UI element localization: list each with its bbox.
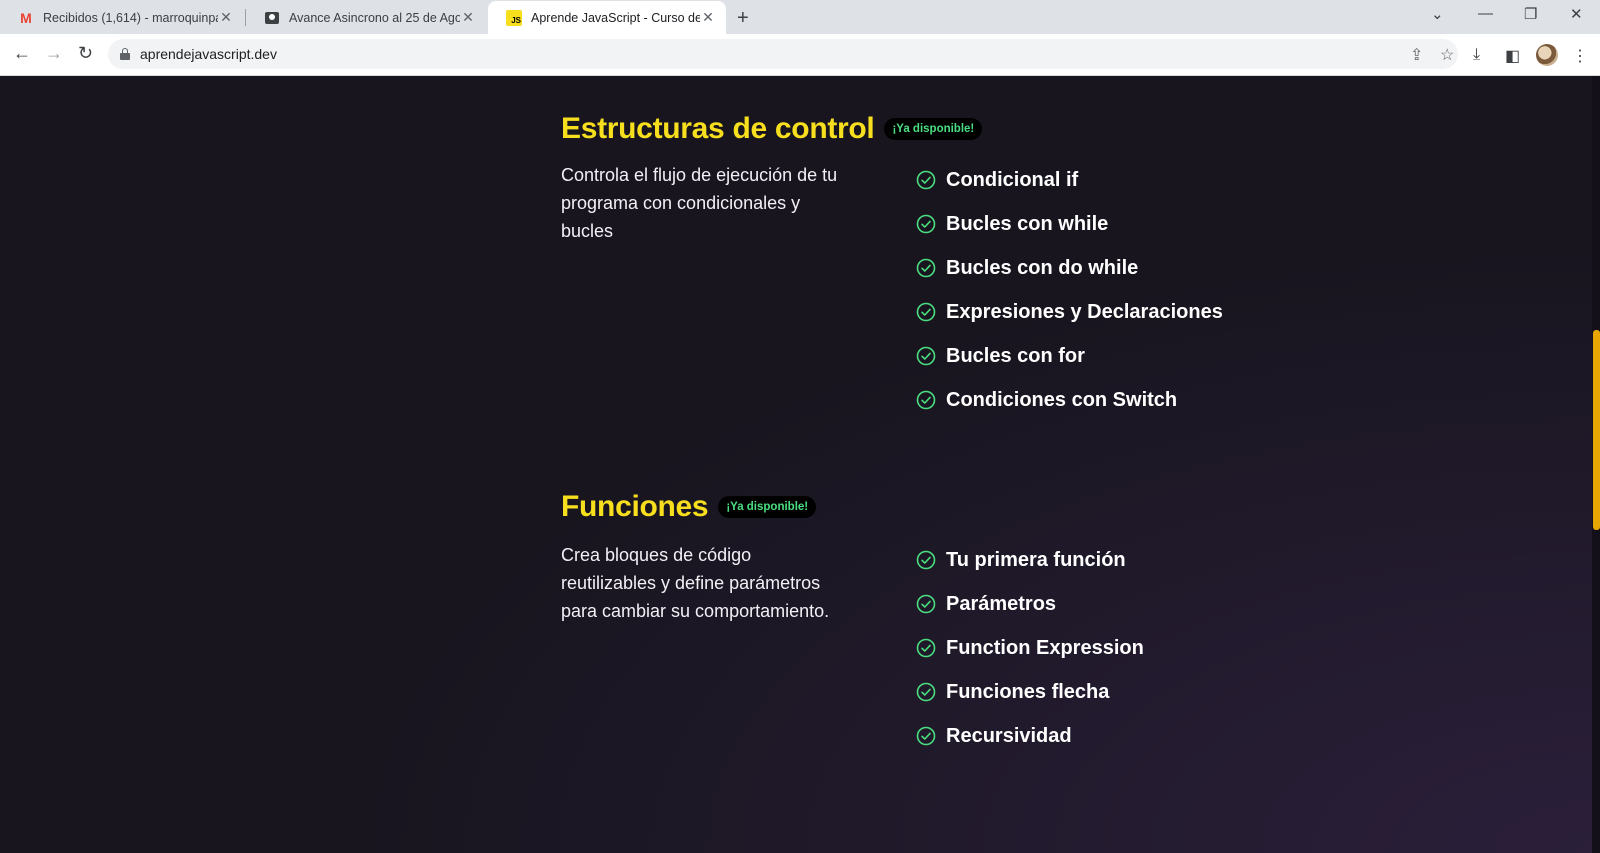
tab-aprende-javascript[interactable]: JS Aprende JavaScript - Curso de Ja ✕: [488, 1, 726, 34]
lesson-item[interactable]: Function Expression: [916, 626, 1144, 670]
gmail-icon: M: [20, 9, 32, 26]
status-badge: ¡Ya disponible!: [884, 118, 983, 140]
page-content: Estructuras de control ¡Ya disponible! C…: [0, 76, 1600, 853]
check-circle-icon: [916, 170, 936, 190]
lesson-item[interactable]: Bucles con while: [916, 202, 1223, 246]
lesson-item[interactable]: Funciones flecha: [916, 670, 1144, 714]
download-icon[interactable]: ⤓: [1473, 46, 1480, 64]
lesson-label: Tu primera función: [946, 548, 1126, 571]
tab-title: Aprende JavaScript - Curso de Ja: [531, 10, 700, 25]
section-funciones: Funciones ¡Ya disponible! Crea bloques d…: [561, 490, 1261, 747]
check-circle-icon: [916, 682, 936, 702]
lesson-item[interactable]: Recursividad: [916, 714, 1144, 758]
restore-icon[interactable]: ❐: [1524, 5, 1537, 23]
url-text: aprendejavascript.dev: [140, 46, 277, 62]
lesson-item[interactable]: Tu primera función: [916, 538, 1144, 582]
tab-classroom[interactable]: Avance Asincrono al 25 de Agost ✕: [246, 1, 486, 34]
lesson-label: Funciones flecha: [946, 680, 1110, 703]
lesson-label: Recursividad: [946, 724, 1072, 747]
tab-title: Recibidos (1,614) - marroquinpar: [43, 10, 218, 25]
section-header: Funciones ¡Ya disponible!: [561, 490, 1261, 524]
lesson-label: Bucles con do while: [946, 256, 1139, 279]
check-circle-icon: [916, 638, 936, 658]
profile-avatar[interactable]: [1536, 44, 1558, 66]
share-icon[interactable]: ⇪: [1410, 45, 1423, 65]
check-circle-icon: [916, 594, 936, 614]
lesson-label: Condicional if: [946, 168, 1079, 191]
lesson-label: Bucles con for: [946, 344, 1085, 367]
section-description: Controla el flujo de ejecución de tu pro…: [561, 165, 838, 241]
back-icon[interactable]: ←: [13, 43, 31, 64]
lesson-item[interactable]: Parámetros: [916, 582, 1144, 626]
lesson-list: Tu primera función Parámetros Function E…: [916, 538, 1144, 758]
new-tab-icon[interactable]: +: [737, 7, 749, 30]
lesson-label: Function Expression: [946, 636, 1144, 659]
lesson-item[interactable]: Bucles con for: [916, 334, 1223, 378]
section-estructuras-de-control: Estructuras de control ¡Ya disponible! C…: [561, 112, 1261, 411]
tab-bar: M Recibidos (1,614) - marroquinpar ✕ Ava…: [0, 0, 1600, 34]
scrollbar-thumb[interactable]: [1593, 330, 1600, 530]
bookmark-star-icon[interactable]: ☆: [1440, 45, 1454, 65]
check-circle-icon: [916, 302, 936, 322]
section-title: Estructuras de control: [561, 112, 875, 145]
tab-search-icon[interactable]: ⌄: [1431, 5, 1444, 23]
check-circle-icon: [916, 390, 936, 410]
lesson-label: Condiciones con Switch: [946, 388, 1178, 411]
close-window-icon[interactable]: ✕: [1570, 5, 1583, 23]
lesson-label: Parámetros: [946, 592, 1057, 615]
menu-icon[interactable]: ⋮: [1572, 46, 1588, 66]
reload-icon[interactable]: ↻: [78, 43, 93, 64]
lesson-label: Bucles con while: [946, 212, 1109, 235]
section-title: Funciones: [561, 490, 709, 523]
close-icon[interactable]: ✕: [700, 9, 716, 26]
lesson-item[interactable]: Condicional if: [916, 158, 1223, 202]
forward-icon[interactable]: →: [45, 43, 63, 64]
js-icon: JS: [506, 9, 522, 26]
tab-title: Avance Asincrono al 25 de Agost: [289, 10, 460, 25]
close-icon[interactable]: ✕: [460, 9, 476, 26]
check-circle-icon: [916, 550, 936, 570]
lesson-item[interactable]: Bucles con do while: [916, 246, 1223, 290]
check-circle-icon: [916, 726, 936, 746]
status-badge: ¡Ya disponible!: [718, 496, 817, 518]
browser-toolbar: ← → ↻ aprendejavascript.dev ⇪ ☆ ⤓ ◧ ⋮: [0, 34, 1600, 76]
check-circle-icon: [916, 258, 936, 278]
side-panel-icon[interactable]: ◧: [1505, 46, 1520, 66]
lesson-label: Expresiones y Declaraciones: [946, 300, 1223, 323]
check-circle-icon: [916, 346, 936, 366]
address-bar[interactable]: aprendejavascript.dev ⇪ ☆: [108, 39, 1458, 69]
minimize-icon[interactable]: —: [1478, 5, 1493, 22]
lesson-item[interactable]: Expresiones y Declaraciones: [916, 290, 1223, 334]
lesson-item[interactable]: Condiciones con Switch: [916, 378, 1223, 422]
check-circle-icon: [916, 214, 936, 234]
section-header: Estructuras de control ¡Ya disponible!: [561, 112, 1261, 146]
lesson-list: Condicional if Bucles con while Bucles c…: [916, 158, 1223, 422]
close-icon[interactable]: ✕: [218, 9, 234, 26]
lock-icon[interactable]: [120, 48, 130, 60]
section-description: Crea bloques de código reutilizables y d…: [561, 545, 830, 621]
tab-gmail[interactable]: M Recibidos (1,614) - marroquinpar ✕: [0, 1, 244, 34]
classroom-icon: [264, 10, 280, 26]
